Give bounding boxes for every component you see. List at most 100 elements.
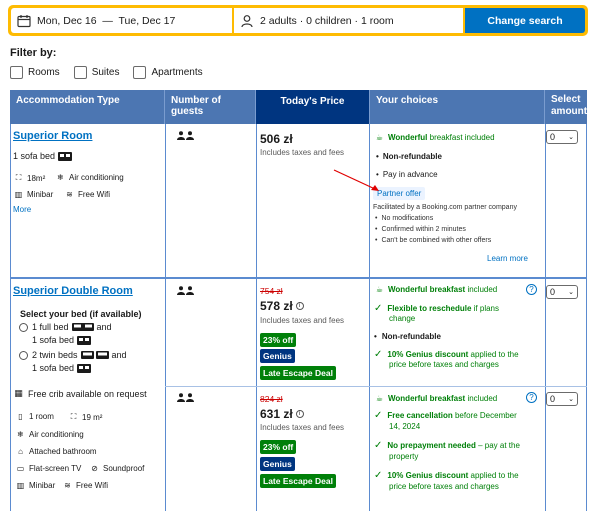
price-superior-room: 506 zł [260,132,293,146]
info-icon[interactable]: i [295,302,304,310]
late-escape-badge-text: Late Escape Deal [260,366,336,380]
sofa-bed-icon [77,335,92,345]
free-crib-text: Free crib available on request [28,388,147,399]
amenity-size: ⛶ 19 m² [68,412,103,422]
amenity-bathroom: ⌂ Attached bathroom [15,447,97,456]
radio-icon[interactable] [19,322,28,332]
twin-bed-icon [80,351,109,359]
room-name-superior-room[interactable]: Superior Room [13,130,92,142]
partner-text: Facilitated by a Booking.com partner com… [373,204,517,211]
soundproof-icon: ⊘ [91,464,98,473]
filter-suites[interactable]: Suites [73,66,119,79]
bed-option-2[interactable]: 2 twin beds and [19,350,127,360]
partner-bullet-2: Confirmed within 2 minutes [375,226,465,233]
bed-info: 1 sofa bed [13,151,73,161]
amenity-soundproof: ⊘ Soundproof [89,464,144,473]
amenity-wifi: ≋ Free Wifi [62,481,108,490]
late-escape-badge: Late Escape Deal [260,474,336,488]
amenity-ac-text: Air conditioning [69,173,124,182]
pay-in-advance: Pay in advance [376,170,438,179]
rooms-checkbox[interactable] [10,66,23,79]
header-todays-price: Today's Price [256,90,370,124]
late-escape-badge: Late Escape Deal [260,366,336,380]
rooms-table: Accommodation Type Number of guests Toda… [10,90,587,511]
breakfast-choice: ☕ Wonderful breakfast included [374,133,495,142]
bed-option-2-b: and [111,350,127,360]
room-name-superior-double-room[interactable]: Superior Double Room [13,285,133,297]
amenity-wifi-text: Free Wifi [78,190,110,199]
price-offer-2: 631 zł i [260,407,304,421]
guests-icon [177,131,195,142]
filter-apartments[interactable]: Apartments [133,66,203,79]
select-amount-1[interactable]: 0 ⌄ [546,130,578,144]
apartments-checkbox[interactable] [133,66,147,79]
old-price-1: 754 zł [260,286,283,296]
info-icon[interactable]: i [295,410,304,418]
breakfast-rest: breakfast included [429,133,495,142]
snowflake-icon: ❄ [17,430,24,439]
bed-option-1-line2: 1 sofa bed [32,335,92,345]
bullet-icon: • [374,332,377,341]
bed-option-1[interactable]: 1 full bed and [19,322,112,332]
genius-badge: Genius [260,457,295,471]
guests-icon [177,393,195,404]
radio-icon[interactable] [19,350,28,360]
bed-option-1-b: and [96,322,112,332]
search-bar: Mon, Dec 16 — Tue, Dec 17 2 adults · 0 c… [8,5,588,36]
check-icon: ✓ [374,349,383,360]
offer2-c3-rest: – pay at the [478,441,520,450]
guests-picker[interactable]: 2 adults · 0 children · 1 room [234,8,463,33]
sofa-bed-icon [58,151,73,161]
suites-checkbox[interactable] [73,66,87,79]
select-amount-1-value: 0 [550,132,556,142]
breakfast-bold: Wonderful [388,133,428,142]
crib-icon: ▦ [14,388,23,398]
old-price-2: 824 zł [260,394,283,404]
coffee-icon: ☕ [375,285,384,294]
snowflake-icon: ❄ [57,173,64,182]
learn-more-link[interactable]: Learn more [487,254,528,263]
amenity-ac: ❄ Air conditioning [15,430,84,439]
discount-badge-text: 23% off [260,333,297,347]
amenity-minibar: ▥ Minibar [13,190,54,199]
change-search-button[interactable]: Change search [465,8,585,33]
amenity-bathroom-text: Attached bathroom [29,447,97,456]
offer2-c2-rest: before December [454,411,517,420]
header-your-choices: Your choices [370,90,545,124]
offer1-c2-rest: if plans [473,304,500,313]
chevron-down-icon: ⌄ [568,134,574,141]
check-icon: ✓ [374,470,383,481]
offer1-c3: Non-refundable [381,332,441,341]
bed-text: 1 sofa bed [13,151,56,161]
wifi-icon: ≋ [64,481,71,490]
check-icon: ✓ [374,410,383,421]
more-link[interactable]: More [13,205,31,214]
price-offer-1: 578 zł i [260,299,304,313]
full-bed-icon [71,323,94,331]
filter-rooms[interactable]: Rooms [10,66,60,79]
amenity-tv-text: Flat-screen TV [29,464,82,473]
date-picker[interactable]: Mon, Dec 16 — Tue, Dec 17 [11,8,232,33]
header-select-amount: Select amount [551,94,588,117]
amenity-soundproof-text: Soundproof [103,464,145,473]
price-offer-1-value: 578 zł [260,299,293,313]
filter-title: Filter by: [10,47,57,59]
help-icon[interactable]: ? [526,284,537,295]
room-icon: ▯ [18,412,23,421]
dates-text: Mon, Dec 16 — Tue, Dec 17 [37,14,176,27]
offer1-c2-line2: change [389,314,416,323]
offer1-breakfast: ☕ Wonderful breakfast included [374,285,497,294]
non-refundable: Non-refundable [376,152,442,161]
select-amount-3[interactable]: 0 ⌄ [546,392,578,406]
select-amount-2[interactable]: 0 ⌄ [546,285,578,299]
offer1-c1-bold: Wonderful breakfast [388,285,466,294]
price-note: Includes taxes and fees [260,148,345,157]
minibar-icon: ▥ [14,190,23,199]
offer2-c1-bold: Wonderful breakfast [388,394,466,403]
amenity-minibar: ▥ Minibar [15,481,56,490]
partner-bullet-1: No modifications [375,215,433,222]
genius-badge-text: Genius [260,457,295,471]
genius-badge: Genius [260,349,295,363]
help-icon[interactable]: ? [526,392,537,403]
amenity-wifi: ≋ Free Wifi [64,190,110,199]
